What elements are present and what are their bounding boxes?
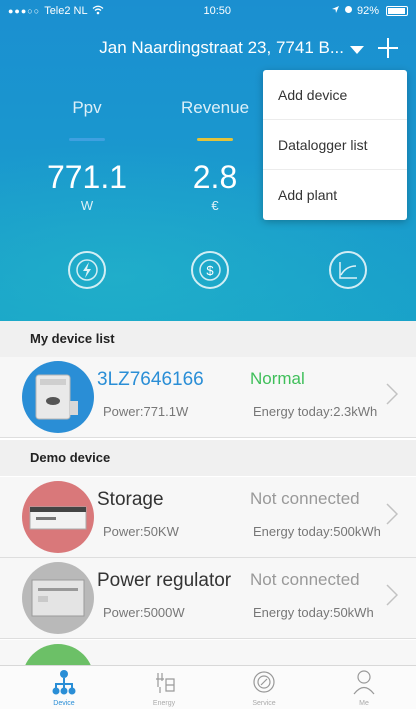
metric-value: 771.1 [46, 159, 128, 195]
section-header-my-devices: My device list [0, 321, 416, 357]
tab-label: Service [252, 700, 276, 707]
metric-unit: W [80, 198, 94, 213]
tab-label: Device [53, 700, 75, 707]
wifi-icon [92, 5, 104, 18]
tab-energy[interactable]: Energy [124, 666, 204, 709]
device-row-power-regulator[interactable]: Power regulator Power:5000W Not connecte… [0, 558, 416, 639]
energy-tab-icon [156, 673, 175, 693]
device-power: Power:5000W [103, 605, 185, 620]
alarm-icon [344, 5, 353, 17]
add-menu: Add device Datalogger list Add plant [263, 70, 407, 220]
service-tab-icon [253, 671, 275, 693]
svg-text:$: $ [206, 263, 214, 278]
metric-ppv[interactable]: Ppv 771.1 W [22, 98, 152, 213]
chart-icon[interactable] [326, 248, 370, 292]
device-energy: Energy today:2.3kWh [253, 404, 378, 419]
menu-item-datalogger-list[interactable]: Datalogger list [263, 120, 407, 170]
battery-icon [385, 6, 408, 16]
device-avatar [22, 562, 94, 634]
metric-label: Ppv [72, 98, 102, 117]
device-name: 3LZ7646166 [97, 369, 204, 390]
plant-selector[interactable]: Jan Naardingstraat 23, 7741 B... [99, 38, 344, 58]
chevron-right-icon [386, 383, 398, 405]
tab-service[interactable]: Service [224, 666, 304, 709]
device-name: Storage [97, 489, 164, 510]
tab-device[interactable]: Device [24, 666, 104, 709]
metric-indicator [69, 138, 105, 141]
metric-revenue[interactable]: Revenue 2.8 € [150, 98, 280, 213]
power-icon[interactable] [65, 248, 109, 292]
device-name: Power regulator [97, 570, 232, 591]
title-bar: Jan Naardingstraat 23, 7741 B... [0, 30, 416, 66]
menu-item-add-device[interactable]: Add device [263, 70, 407, 120]
clock: 10:50 [203, 5, 232, 17]
location-icon [331, 5, 340, 17]
device-row-3lz7646166[interactable]: 3LZ7646166 Power:771.1W Normal Energy to… [0, 357, 416, 438]
device-tab-icon [52, 670, 76, 695]
metric-label: Revenue [180, 98, 250, 117]
metric-value: 2.8 [192, 159, 238, 195]
tab-me[interactable]: Me [324, 666, 404, 709]
device-status: Normal [250, 369, 305, 388]
device-energy: Energy today:50kWh [253, 605, 374, 620]
metric-indicator [197, 138, 233, 141]
metric-unit: € [211, 198, 219, 213]
menu-item-add-plant[interactable]: Add plant [263, 170, 407, 220]
device-avatar [22, 361, 94, 433]
device-status: Not connected [250, 489, 360, 508]
device-energy: Energy today:500kWh [253, 524, 381, 539]
carrier-label: Tele2 NL [44, 5, 88, 17]
section-header-demo: Demo device [0, 440, 416, 476]
user-tab-icon [353, 670, 375, 695]
device-avatar [22, 481, 94, 553]
chevron-down-icon[interactable] [350, 46, 364, 54]
chevron-right-icon [386, 503, 398, 525]
device-power: Power:771.1W [103, 404, 189, 419]
add-icon[interactable] [378, 38, 398, 58]
device-status: Not connected [250, 570, 360, 589]
device-row-storage[interactable]: Storage Power:50KW Not connected Energy … [0, 477, 416, 558]
revenue-icon[interactable]: $ [188, 248, 232, 292]
battery-label: 92% [356, 5, 379, 17]
signal-icon: ●●●○○ [8, 6, 41, 16]
tab-label: Energy [152, 700, 176, 707]
tab-label: Me [359, 700, 369, 707]
tab-bar: Device Energy Service Me [0, 665, 416, 709]
device-power: Power:50KW [103, 524, 179, 539]
status-bar: ●●●○○ Tele2 NL 10:50 92% [0, 0, 416, 22]
chevron-right-icon [386, 584, 398, 606]
